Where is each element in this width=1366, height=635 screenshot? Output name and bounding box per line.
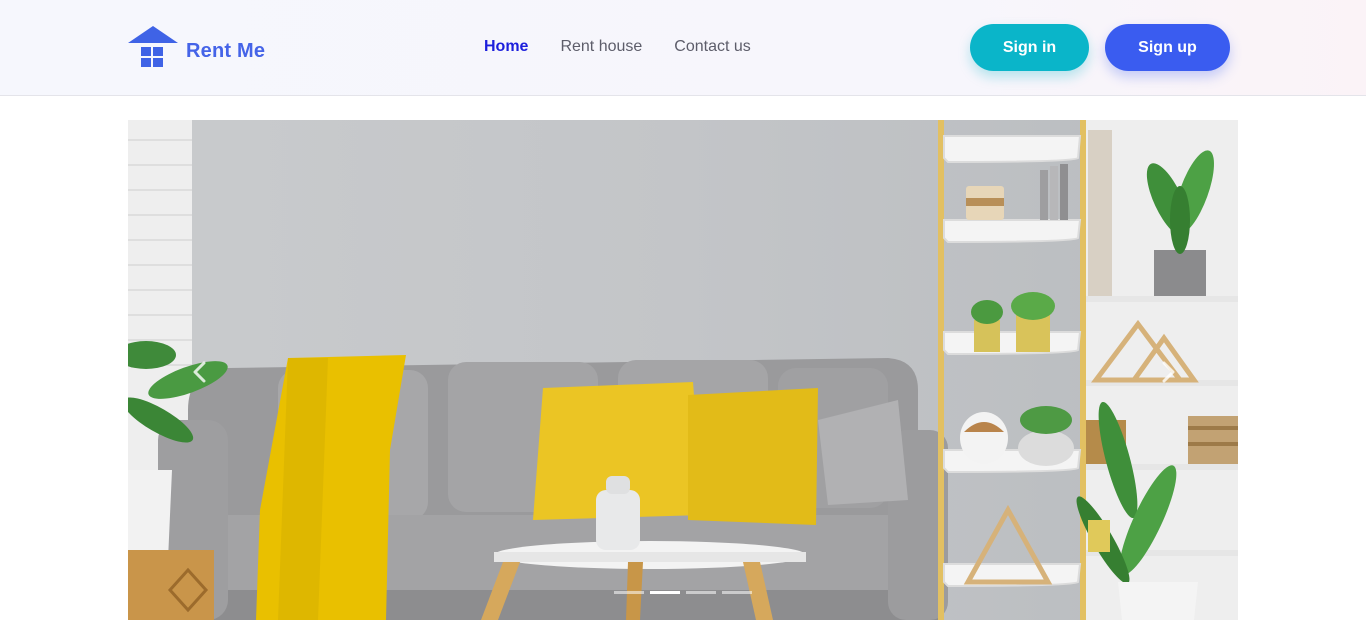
house-icon	[128, 26, 178, 67]
nav-item-home[interactable]: Home	[484, 37, 528, 57]
hero-carousel	[128, 120, 1238, 620]
nav-item-contact-us[interactable]: Contact us	[674, 37, 750, 57]
carousel-indicator[interactable]	[614, 591, 644, 594]
sign-up-button[interactable]: Sign up	[1105, 24, 1230, 71]
carousel-indicator[interactable]	[686, 591, 716, 594]
main-nav: Home Rent house Contact us	[484, 37, 783, 57]
sign-in-button[interactable]: Sign in	[970, 24, 1089, 71]
carousel-indicator[interactable]	[722, 591, 752, 594]
carousel-slide-image	[128, 120, 1238, 620]
nav-item-rent-house[interactable]: Rent house	[560, 37, 642, 57]
carousel-indicators	[614, 591, 758, 594]
brand-name: Rent Me	[186, 39, 266, 62]
carousel-indicator-active[interactable]	[650, 591, 680, 594]
chevron-left-icon[interactable]	[180, 360, 220, 384]
site-header: Rent Me Home Rent house Contact us Sign …	[0, 0, 1366, 96]
brand-logo[interactable]: Rent Me	[128, 25, 265, 71]
chevron-right-icon[interactable]	[1148, 360, 1188, 384]
